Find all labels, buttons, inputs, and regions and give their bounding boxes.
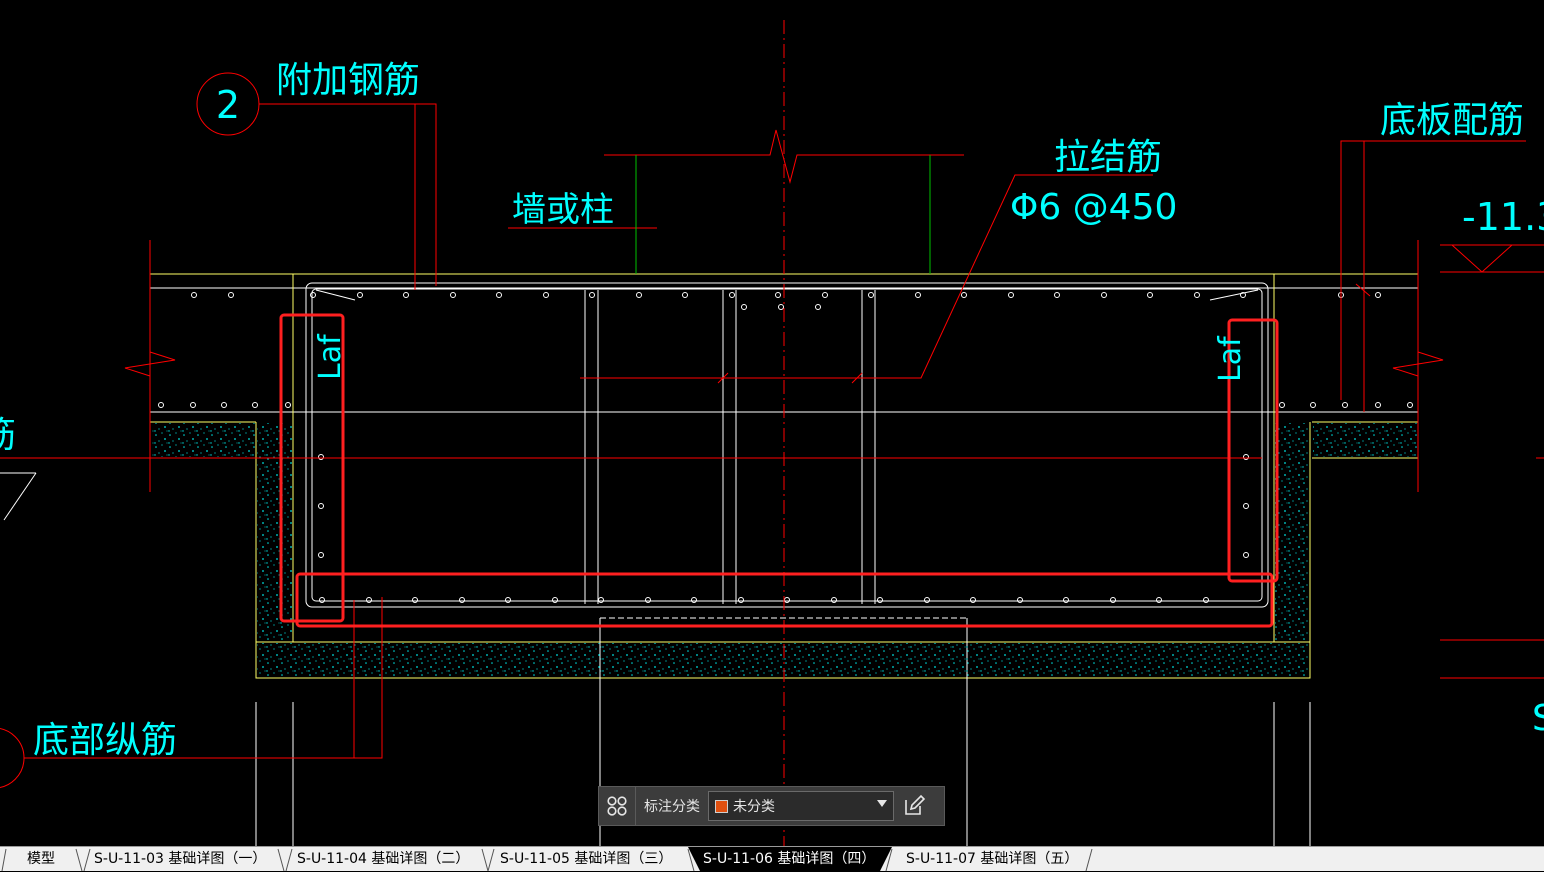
anchor-length-right-text: Laf xyxy=(1213,335,1248,382)
tab-s-u-11-04[interactable]: S-U-11-04 基础详图（二） xyxy=(297,847,469,871)
rebar-dot xyxy=(682,292,688,298)
additional-rebar-text: 附加钢筋 xyxy=(276,60,420,101)
bottom-long-rebar-text: 底部纵筋 xyxy=(33,720,177,761)
rebar-dot xyxy=(778,304,784,310)
rebar-dot xyxy=(1243,503,1249,509)
rebar-cage xyxy=(305,282,1269,608)
edit-icon[interactable] xyxy=(894,787,934,825)
annotation-category-select[interactable]: 未分类 xyxy=(708,791,894,821)
rebar-dot xyxy=(505,597,511,603)
rebar-dot xyxy=(1147,292,1153,298)
rebar-dot xyxy=(729,292,735,298)
rebar-dot xyxy=(1054,292,1060,298)
rebar-dot xyxy=(1156,597,1162,603)
rebar-dot xyxy=(822,292,828,298)
rebar-dot xyxy=(357,292,363,298)
rebar-dot xyxy=(738,597,744,603)
rebar-dot xyxy=(877,597,883,603)
rebar-dot xyxy=(1243,454,1249,460)
rebar-dot xyxy=(924,597,930,603)
green-lines xyxy=(635,155,931,274)
rebar-dot xyxy=(915,292,921,298)
rebar-dot xyxy=(970,597,976,603)
rebar-dot xyxy=(318,503,324,509)
rebar-dot xyxy=(412,597,418,603)
rebar-dot xyxy=(1375,402,1381,408)
rebar-dot xyxy=(1342,402,1348,408)
left-edge-fragment-text: 筋 xyxy=(0,415,16,456)
rebar-dot xyxy=(403,292,409,298)
rebar-dot xyxy=(1110,597,1116,603)
grid-icon[interactable] xyxy=(599,787,636,825)
rebar-dot xyxy=(228,292,234,298)
rebar-dot xyxy=(1101,292,1107,298)
rebar-dot xyxy=(1203,597,1209,603)
rebar-dot xyxy=(1407,402,1413,408)
tab-model[interactable]: 模型 xyxy=(27,847,55,871)
rebar-dot xyxy=(552,597,558,603)
rebar-dot xyxy=(1194,292,1200,298)
annotation-category-label: 标注分类 xyxy=(644,799,700,815)
wall-or-column-text: 墙或柱 xyxy=(512,190,614,230)
rebar-dot xyxy=(221,402,227,408)
category-color-swatch xyxy=(715,799,728,813)
rebar-dot xyxy=(191,292,197,298)
rebar-dot xyxy=(589,292,595,298)
rebar-dot xyxy=(1063,597,1069,603)
rebar-dot xyxy=(1375,292,1381,298)
rebar-dot xyxy=(1243,552,1249,558)
rebar-dot xyxy=(158,402,164,408)
circle-number-text: 2 xyxy=(216,83,240,127)
rebar-dot xyxy=(496,292,502,298)
slab-rebar-text: 底板配筋 xyxy=(1380,100,1524,141)
rebar-dot xyxy=(285,402,291,408)
rebar-dot xyxy=(691,597,697,603)
rebar-dot xyxy=(598,597,604,603)
rebar-dot xyxy=(1008,292,1014,298)
highlight-marks xyxy=(279,313,1279,628)
rebar-dot xyxy=(636,292,642,298)
tie-bar-spec-text: Φ6 @450 xyxy=(1010,187,1177,228)
rebar-dot xyxy=(775,292,781,298)
elevation-text: -11.30 xyxy=(1462,195,1544,239)
tab-s-u-11-05[interactable]: S-U-11-05 基础详图（三） xyxy=(500,847,672,871)
selected-category-value: 未分类 xyxy=(733,799,775,815)
rebar-dot xyxy=(450,292,456,298)
tab-s-u-11-06[interactable]: S-U-11-06 基础详图（四） xyxy=(703,847,875,871)
rebar-dot xyxy=(543,292,549,298)
rebar-dot xyxy=(741,304,747,310)
annotation-category-toolbar: 标注分类 未分类 xyxy=(598,786,945,826)
rebar-dot xyxy=(318,454,324,460)
rebar-dot xyxy=(815,304,821,310)
rebar-dot xyxy=(1017,597,1023,603)
right-edge-fragment-text: S xyxy=(1532,698,1544,739)
cad-drawing-canvas[interactable]: 2 附加钢筋 墙或柱 拉结筋 Φ6 @450 底板配筋 -11.30 底部纵筋 … xyxy=(0,0,1544,846)
tab-s-u-11-03[interactable]: S-U-11-03 基础详图（一） xyxy=(94,847,266,871)
rebar-dot xyxy=(831,597,837,603)
layout-tab-bar: 模型 S-U-11-03 基础详图（一） S-U-11-04 基础详图（二） S… xyxy=(0,846,1544,872)
rebar-dot xyxy=(366,597,372,603)
tab-s-u-11-07[interactable]: S-U-11-07 基础详图（五） xyxy=(906,847,1078,871)
rebar-dot xyxy=(310,292,316,298)
rebar-dot xyxy=(1279,402,1285,408)
rebar-dot xyxy=(784,597,790,603)
tie-bar-text: 拉结筋 xyxy=(1054,137,1162,178)
rebar-dot xyxy=(459,597,465,603)
rebar-dot xyxy=(961,292,967,298)
rebar-dot xyxy=(190,402,196,408)
rebar-dot xyxy=(645,597,651,603)
rebar-dot xyxy=(1310,402,1316,408)
rebar-dot xyxy=(252,402,258,408)
rebar-dot xyxy=(868,292,874,298)
rebar-dot xyxy=(318,552,324,558)
chevron-down-icon xyxy=(877,800,887,807)
anchor-length-left-text: Laf xyxy=(313,333,348,380)
rebar-dot xyxy=(319,597,325,603)
